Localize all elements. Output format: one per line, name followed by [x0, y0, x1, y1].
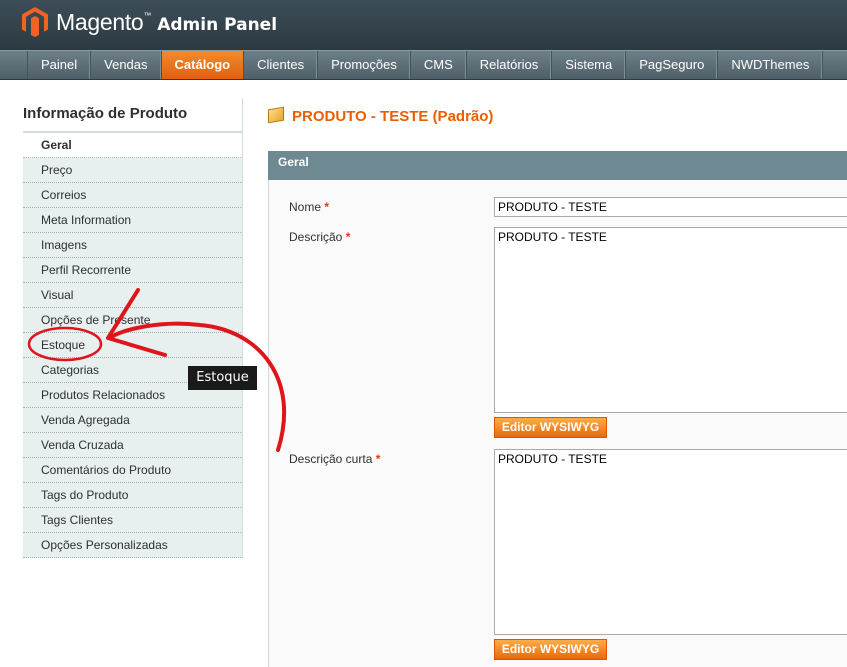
short-description-textarea[interactable]: PRODUTO - TESTE — [494, 449, 847, 635]
nav-item[interactable]: NWDThemes — [718, 51, 824, 79]
nav-item[interactable]: Painel — [27, 51, 92, 79]
short-description-label: Descrição curta * — [289, 452, 381, 466]
sidebar-item[interactable]: Opções de Presente — [23, 308, 243, 333]
page-title: PRODUTO - TESTE (Padrão) — [268, 106, 494, 125]
required-marker: * — [375, 452, 381, 466]
required-marker: * — [345, 230, 351, 244]
nav-item[interactable]: PagSeguro — [626, 51, 719, 79]
page-title-text: PRODUTO - TESTE (Padrão) — [292, 108, 494, 125]
product-info-sidebar: Informação de Produto Geral Preço Correios… — [23, 98, 243, 558]
section-header-geral: Geral — [268, 151, 847, 180]
description-textarea[interactable]: PRODUTO - TESTE — [494, 227, 847, 413]
brand-name: Magento — [56, 9, 144, 35]
required-marker: * — [324, 200, 330, 214]
sidebar-item[interactable]: Correios — [23, 183, 243, 208]
sidebar-title: Informação de Produto — [23, 98, 243, 133]
wysiwyg-button-short-description[interactable]: Editor WYSIWYG — [494, 639, 607, 660]
name-label: Nome * — [289, 200, 330, 214]
nav-item[interactable]: Promoções — [318, 51, 411, 79]
tooltip: Estoque — [188, 366, 257, 390]
nav-item[interactable]: Clientes — [244, 51, 319, 79]
nav-item[interactable]: Relatórios — [467, 51, 553, 79]
nav-items: Painel Vendas Catálogo Clientes Promoções CMS… — [27, 51, 824, 79]
nav-item[interactable]: Catálogo — [161, 51, 245, 79]
sidebar-item[interactable]: Comentários do Produto — [23, 458, 243, 483]
nav-item[interactable]: CMS — [411, 51, 467, 79]
name-input[interactable]: PRODUTO - TESTE — [494, 197, 847, 217]
magento-logo-icon — [22, 7, 48, 37]
sidebar-item[interactable]: Visual — [23, 283, 243, 308]
sidebar-item[interactable]: Perfil Recorrente — [23, 258, 243, 283]
sidebar-item[interactable]: Meta Information — [23, 208, 243, 233]
sidebar-item[interactable]: Estoque — [23, 333, 243, 358]
description-label: Descrição * — [289, 230, 351, 244]
brand: Magento™ Admin Panel — [56, 9, 278, 35]
admin-header: Magento™ Admin Panel — [0, 0, 847, 50]
sidebar-item[interactable]: Preço — [23, 158, 243, 183]
sidebar-item[interactable]: Imagens — [23, 233, 243, 258]
sidebar-item[interactable]: Tags Clientes — [23, 508, 243, 533]
nav-item[interactable]: Vendas — [91, 51, 162, 79]
sidebar-item[interactable]: Venda Cruzada — [23, 433, 243, 458]
sidebar-item[interactable]: Geral — [23, 133, 243, 158]
nav-item[interactable]: Sistema — [552, 51, 627, 79]
sidebar-item[interactable]: Tags do Produto — [23, 483, 243, 508]
sidebar-item[interactable]: Opções Personalizadas — [23, 533, 243, 558]
brand-sub: Admin Panel — [157, 15, 278, 35]
product-box-icon — [268, 106, 284, 124]
wysiwyg-button-description[interactable]: Editor WYSIWYG — [494, 417, 607, 438]
sidebar-items: Geral Preço Correios Meta Information Imagen… — [23, 133, 243, 558]
sidebar-item[interactable]: Venda Agregada — [23, 408, 243, 433]
top-nav: Painel Vendas Catálogo Clientes Promoções CMS… — [0, 50, 847, 80]
